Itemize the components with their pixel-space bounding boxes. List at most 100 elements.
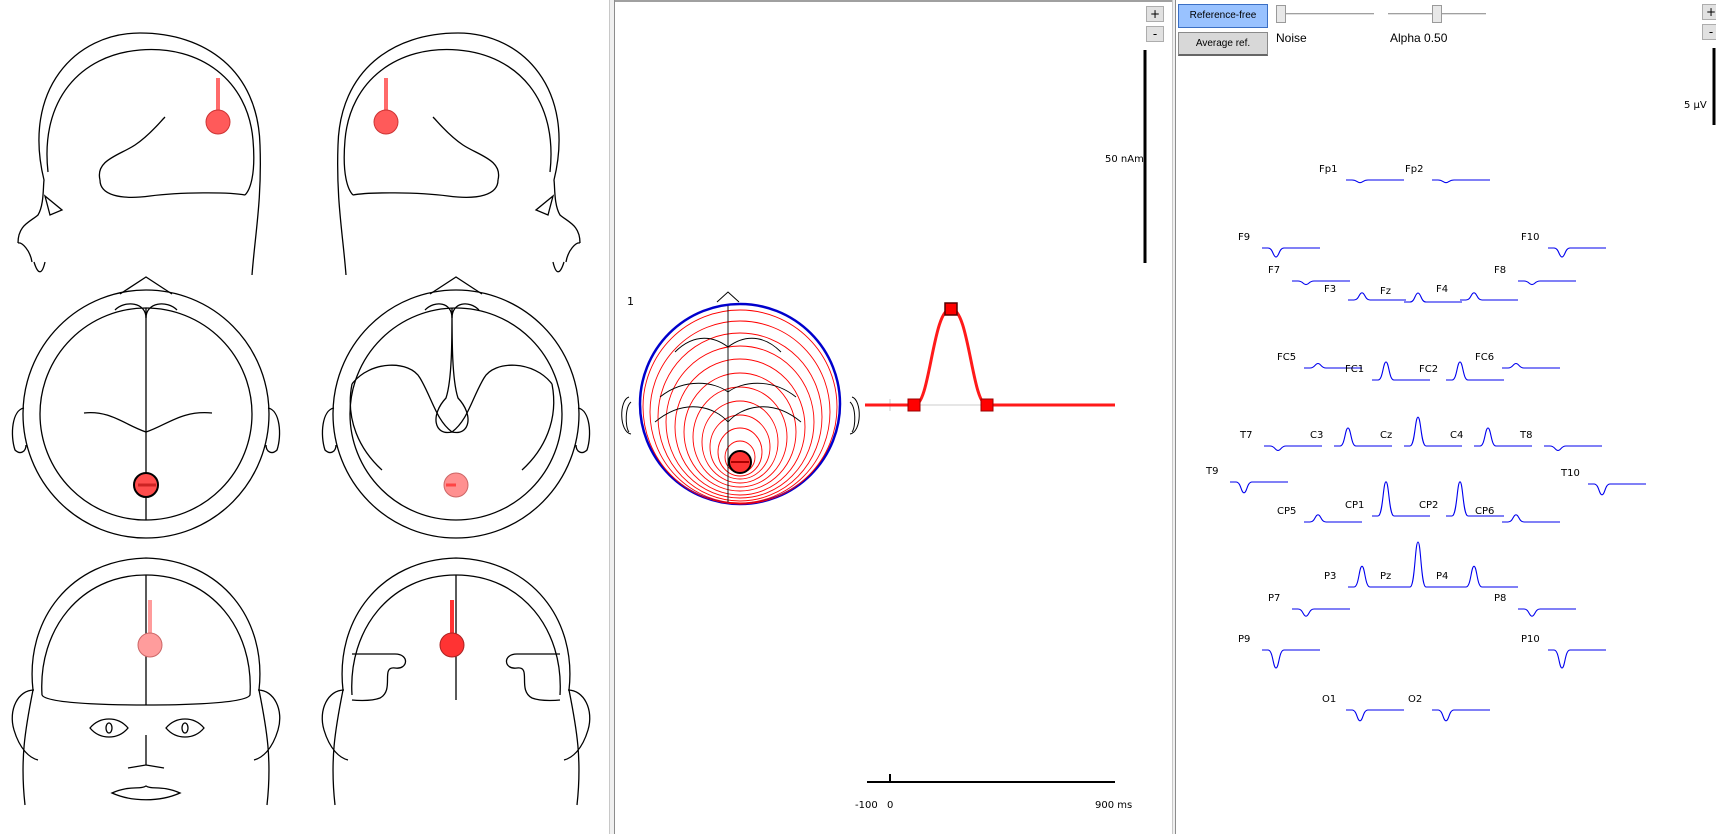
offset-handle[interactable]	[980, 398, 994, 412]
eeg-channel-waveform	[1446, 361, 1504, 381]
source-canvas[interactable]: 1 50 nAm -100 0 900 ms	[615, 2, 1172, 834]
eeg-channel-waveform	[1518, 280, 1576, 286]
source-time-course	[865, 302, 1115, 412]
eeg-channel-fp1: Fp1	[1319, 164, 1404, 184]
peak-handle[interactable]	[944, 302, 958, 316]
eeg-channel-f3: F3	[1324, 284, 1406, 301]
eeg-channel-waveform	[1518, 608, 1576, 617]
eeg-channel-f7: F7	[1268, 265, 1350, 286]
eeg-channel-cp1: CP1	[1345, 481, 1430, 517]
eeg-channel-label: Cz	[1380, 430, 1392, 441]
eeg-channel-label: P7	[1268, 593, 1280, 604]
eeg-channel-label: O1	[1322, 694, 1336, 705]
eeg-channel-p9: P9	[1238, 634, 1320, 669]
topomap-head	[621, 291, 860, 506]
head-view-left-sagittal	[17, 32, 261, 276]
eeg-channel-label: O2	[1408, 694, 1422, 705]
source-panel[interactable]: 1 50 nAm -100 0 900 ms + -	[615, 0, 1172, 834]
time-axis-end-label: 900 ms	[1095, 800, 1132, 811]
eeg-channel-waveform	[1432, 709, 1490, 722]
eeg-channel-waveform	[1262, 649, 1320, 669]
zoom-in-button[interactable]: +	[1146, 6, 1164, 22]
time-axis-start-label: -100	[855, 800, 878, 811]
eeg-channel-label: F3	[1324, 284, 1336, 295]
eeg-channel-label: CP2	[1419, 500, 1438, 511]
eeg-channel-label: T7	[1239, 430, 1252, 441]
head-views-canvas[interactable]	[0, 0, 609, 834]
eeg-channel-waveform	[1230, 481, 1288, 494]
eeg-channel-label: P9	[1238, 634, 1250, 645]
eeg-channel-f9: F9	[1238, 232, 1320, 258]
eeg-channel-label: F10	[1521, 232, 1539, 243]
eeg-channel-label: F7	[1268, 265, 1280, 276]
eeg-channel-waveform	[1588, 483, 1646, 496]
eeg-channel-label: Fp1	[1319, 164, 1337, 175]
time-axis-zero-label: 0	[887, 800, 893, 811]
eeg-channel-waveform	[1304, 514, 1362, 523]
dipole-top	[133, 472, 159, 498]
eeg-channel-waveform	[1548, 247, 1606, 258]
eeg-channel-pz: Pz	[1380, 541, 1462, 588]
eeg-channel-label: Fz	[1380, 286, 1391, 297]
eeg-channel-waveform	[1544, 445, 1602, 452]
eeg-scale-label: 5 µV	[1684, 100, 1707, 111]
eeg-channel-waveform	[1346, 709, 1404, 722]
dipole-views-panel[interactable]	[0, 0, 609, 834]
eeg-channel-label: C4	[1450, 430, 1463, 441]
eeg-channel-f8: F8	[1494, 265, 1576, 286]
eeg-channel-p10: P10	[1521, 634, 1606, 669]
eeg-channel-o1: O1	[1322, 694, 1404, 722]
head-view-top	[11, 276, 281, 539]
eeg-channel-f10: F10	[1521, 232, 1606, 258]
eeg-channel-label: Pz	[1380, 571, 1391, 582]
eeg-channel-label: F8	[1494, 265, 1506, 276]
eeg-topo-canvas: 5 µV Fp1 Fp2 F9 F10 F7 F8 F3 Fz F4 FC5 FC1 FC2 FC6 T7…	[1205, 48, 1716, 722]
eeg-channel-waveform	[1502, 362, 1560, 369]
dipole-back	[439, 600, 465, 658]
eeg-channel-t8: T8	[1519, 430, 1602, 452]
source-index: 1	[627, 295, 634, 308]
eeg-channel-waveform	[1460, 292, 1518, 301]
onset-handle[interactable]	[907, 398, 921, 412]
eeg-channel-label: FC6	[1475, 352, 1494, 363]
dipole-bottom	[443, 472, 469, 498]
head-view-right-sagittal	[337, 32, 581, 276]
eeg-channel-o2: O2	[1408, 694, 1490, 722]
eeg-channel-waveform	[1502, 514, 1560, 523]
head-view-bottom	[321, 276, 591, 539]
eeg-channel-waveform	[1460, 565, 1518, 588]
eeg-channel-fc2: FC2	[1419, 361, 1504, 381]
eeg-channel-label: T10	[1560, 468, 1580, 479]
eeg-channel-label: CP6	[1475, 506, 1494, 517]
eeg-channel-label: F4	[1436, 284, 1448, 295]
eeg-channel-label: T8	[1519, 430, 1532, 441]
eeg-channel-label: P3	[1324, 571, 1336, 582]
eeg-panel[interactable]: Reference-free Average ref. Noise Alpha …	[1176, 0, 1716, 834]
eeg-channel-waveform	[1264, 445, 1322, 452]
head-view-front	[11, 557, 281, 806]
eeg-channel-waveform	[1404, 541, 1462, 588]
zoom-out-button[interactable]: -	[1146, 26, 1164, 42]
eeg-channel-fc6: FC6	[1475, 352, 1560, 369]
eeg-channel-waveform	[1292, 608, 1350, 617]
eeg-channel-label: CP1	[1345, 500, 1364, 511]
amplitude-scale-label: 50 nAm	[1105, 154, 1144, 165]
eeg-channel-label: Fp2	[1405, 164, 1423, 175]
eeg-channel-label: CP5	[1277, 506, 1296, 517]
eeg-channel-p7: P7	[1268, 593, 1350, 617]
eeg-channel-label: C3	[1310, 430, 1323, 441]
eeg-channel-waveform	[1404, 292, 1462, 303]
eeg-channel-f4: F4	[1436, 284, 1518, 301]
eeg-channel-label: FC5	[1277, 352, 1296, 363]
dipole-left-sagittal	[205, 78, 231, 135]
eeg-channel-p4: P4	[1436, 565, 1518, 588]
eeg-channel-label: P8	[1494, 593, 1506, 604]
eeg-channel-t9: T9	[1205, 466, 1288, 494]
eeg-channel-waveform	[1432, 179, 1490, 184]
eeg-channel-p3: P3	[1324, 565, 1406, 588]
eeg-channel-waveform	[1262, 247, 1320, 258]
head-view-back	[321, 557, 591, 806]
dipole-front	[137, 600, 163, 658]
eeg-channel-label: P4	[1436, 571, 1448, 582]
eeg-channel-cp6: CP6	[1475, 506, 1560, 523]
